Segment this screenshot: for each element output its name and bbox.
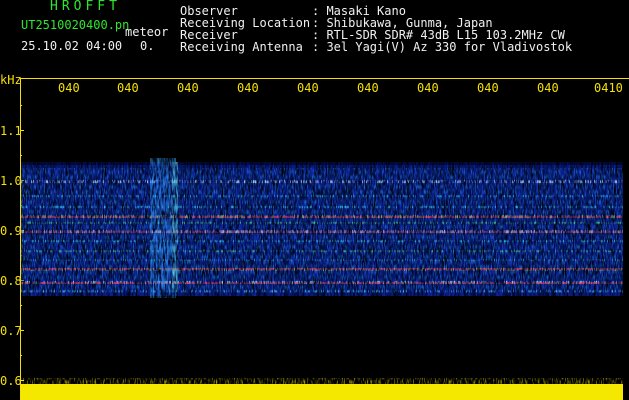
x-tick-label: 040 <box>537 81 559 95</box>
y-tick-label: 1.1 <box>0 124 22 138</box>
x-tick-label: 040 <box>417 81 439 95</box>
x-tick-label: 040 <box>357 81 379 95</box>
noise-floor-band <box>21 384 623 400</box>
noise-floor-edge <box>21 378 623 385</box>
x-tick-label: 040 <box>237 81 259 95</box>
y-axis-unit: kHz <box>0 73 22 87</box>
y-tick-label: 1.0 <box>0 174 22 188</box>
x-tick-label: 040 <box>117 81 139 95</box>
y-tick-label: 0.6 <box>0 374 22 388</box>
x-tick-label: 040 <box>58 81 80 95</box>
x-tick-label: 0410 <box>594 81 623 95</box>
y-tick-label: 0.7 <box>0 324 22 338</box>
x-tick-label: 040 <box>477 81 499 95</box>
y-tick-label: 0.8 <box>0 274 22 288</box>
x-tick-label: 040 <box>177 81 199 95</box>
x-tick-label: 040 <box>297 81 319 95</box>
spectrogram <box>20 78 629 400</box>
y-tick-label: 0.9 <box>0 224 22 238</box>
spectrogram-band <box>21 158 623 298</box>
